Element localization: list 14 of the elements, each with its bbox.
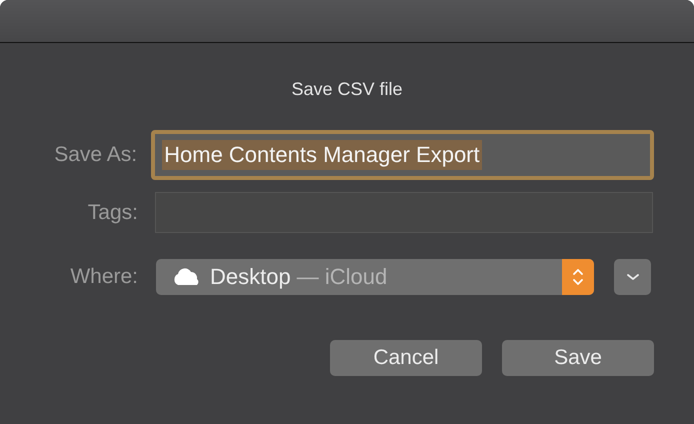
- field-label: Save As:: [53, 143, 138, 167]
- dialog-button[interactable]: Cancel: [330, 340, 482, 376]
- location-detail: — iCloud: [296, 264, 388, 290]
- location-name: Desktop: [210, 264, 291, 290]
- stepper-icon: [562, 259, 594, 295]
- field-label: Where:: [69, 265, 139, 289]
- location-popup[interactable]: Desktop — iCloud: [156, 259, 594, 295]
- filename-field[interactable]: Home Contents Manager Export: [151, 130, 654, 180]
- chevron-down-icon: [626, 272, 640, 282]
- expand-button[interactable]: [614, 259, 651, 295]
- field-label: Tags:: [86, 200, 139, 224]
- filename-text: Home Contents Manager Export: [162, 140, 482, 170]
- dialog-button[interactable]: Save: [502, 340, 654, 376]
- dialog-title: Save CSV file: [290, 79, 404, 100]
